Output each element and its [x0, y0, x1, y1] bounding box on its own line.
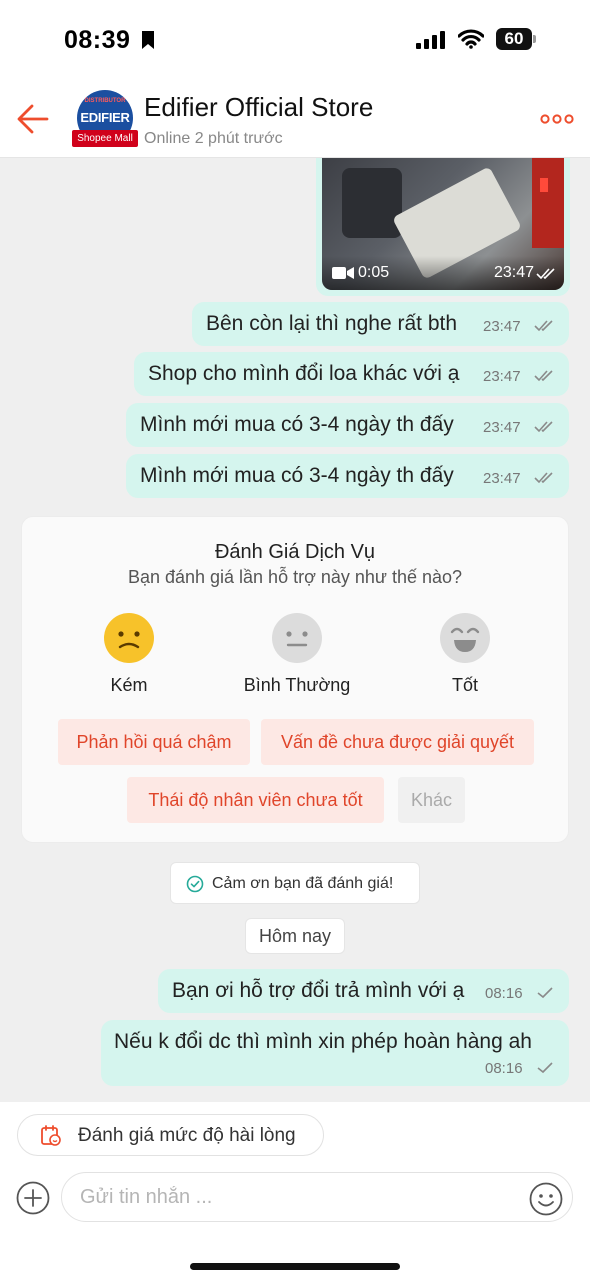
message-text: Bạn ơi hỗ trợ đổi trả mình với ạ: [172, 979, 465, 1002]
more-options-icon[interactable]: [540, 114, 574, 124]
double-check-icon: [536, 268, 555, 280]
chat-header: DISTRIBUTOR EDIFIER Shopee Mall Edifier …: [0, 80, 590, 158]
feedback-tag-other[interactable]: Khác: [398, 777, 465, 823]
message-time: 23:47: [483, 368, 521, 385]
chat-bubble[interactable]: Mình mới mua có 3-4 ngày th đấy 23:47: [126, 403, 569, 447]
service-rating-card: Đánh Giá Dịch Vụ Bạn đánh giá lần hỗ trợ…: [21, 516, 569, 843]
wifi-icon: [458, 29, 484, 49]
neutral-face-icon[interactable]: [271, 612, 323, 664]
back-arrow-icon[interactable]: [16, 102, 50, 136]
feedback-tag-slow-response[interactable]: Phản hồi quá chậm: [58, 719, 250, 765]
plus-icon[interactable]: [16, 1181, 50, 1215]
message-text: Shop cho mình đổi loa khác với ạ: [148, 362, 460, 385]
sad-face-icon[interactable]: [103, 612, 155, 664]
message-text: Mình mới mua có 3-4 ngày th đấy: [140, 413, 454, 436]
online-status: Online 2 phút trước: [144, 130, 283, 147]
message-time: 23:47: [483, 470, 521, 487]
status-time: 08:39: [64, 26, 131, 54]
chat-bubble[interactable]: Mình mới mua có 3-4 ngày th đấy 23:47: [126, 454, 569, 498]
battery-icon: 60: [496, 28, 536, 50]
store-avatar[interactable]: DISTRIBUTOR EDIFIER Shopee Mall: [72, 90, 138, 148]
satisfaction-label: Đánh giá mức độ hài lòng: [78, 1125, 296, 1146]
video-message[interactable]: 0:05 23:47: [316, 158, 570, 296]
bookmark-icon: [142, 31, 154, 49]
emoji-icon[interactable]: [529, 1182, 563, 1216]
home-indicator: [190, 1263, 400, 1270]
double-check-icon: [534, 421, 553, 433]
chat-bubble[interactable]: Nếu k đổi dc thì mình xin phép hoàn hàng…: [101, 1020, 569, 1086]
rating-label-poor[interactable]: Kém: [49, 675, 209, 696]
store-name[interactable]: Edifier Official Store: [144, 92, 373, 123]
message-time: 23:47: [483, 318, 521, 335]
rating-label-normal[interactable]: Bình Thường: [217, 675, 377, 696]
battery-level: 60: [496, 28, 532, 50]
feedback-tag-unresolved[interactable]: Vấn đề chưa được giải quyết: [261, 719, 534, 765]
message-input[interactable]: [61, 1172, 573, 1222]
message-time: 08:16: [485, 985, 523, 1002]
rating-label-good[interactable]: Tốt: [385, 675, 545, 696]
satisfaction-survey-button[interactable]: Đánh giá mức độ hài lòng: [17, 1114, 324, 1156]
message-time: 08:16: [485, 1060, 523, 1077]
rating-title: Đánh Giá Dịch Vụ: [214, 541, 376, 563]
check-icon: [537, 1062, 553, 1074]
happy-face-icon[interactable]: [439, 612, 491, 664]
date-divider: Hôm nay: [245, 918, 345, 954]
message-text: Mình mới mua có 3-4 ngày th đấy: [140, 464, 454, 487]
shopee-mall-badge: Shopee Mall: [72, 130, 138, 147]
thanks-text: Cảm ơn bạn đã đánh giá!: [212, 875, 394, 892]
double-check-icon: [534, 370, 553, 382]
check-circle-icon: [186, 875, 204, 893]
rating-thanks-notice: Cảm ơn bạn đã đánh giá!: [170, 862, 420, 904]
check-icon: [537, 987, 553, 999]
message-text: Nếu k đổi dc thì mình xin phép hoàn hàng…: [114, 1030, 532, 1053]
chat-bubble[interactable]: Bạn ơi hỗ trợ đổi trả mình với ạ 08:16: [158, 969, 569, 1013]
feedback-tag-staff-attitude[interactable]: Thái độ nhân viên chưa tốt: [127, 777, 384, 823]
double-check-icon: [534, 472, 553, 484]
video-duration: 0:05: [358, 264, 390, 281]
video-camera-icon: [332, 267, 354, 279]
signal-icon: [416, 31, 445, 49]
chat-bubble[interactable]: Bên còn lại thì nghe rất bth 23:47: [192, 302, 569, 346]
message-time: 23:47: [493, 264, 534, 281]
chat-bubble[interactable]: Shop cho mình đổi loa khác với ạ 23:47: [134, 352, 569, 396]
rating-subtitle: Bạn đánh giá lần hỗ trợ này như thế nào?: [127, 567, 463, 587]
message-text: Bên còn lại thì nghe rất bth: [206, 312, 458, 335]
message-time: 23:47: [483, 419, 521, 436]
video-thumbnail[interactable]: 0:05 23:47: [322, 158, 564, 290]
double-check-icon: [534, 320, 553, 332]
composer-area: Đánh giá mức độ hài lòng: [0, 1102, 590, 1280]
survey-icon: [41, 1125, 61, 1146]
status-bar: 08:39 60: [0, 0, 590, 80]
